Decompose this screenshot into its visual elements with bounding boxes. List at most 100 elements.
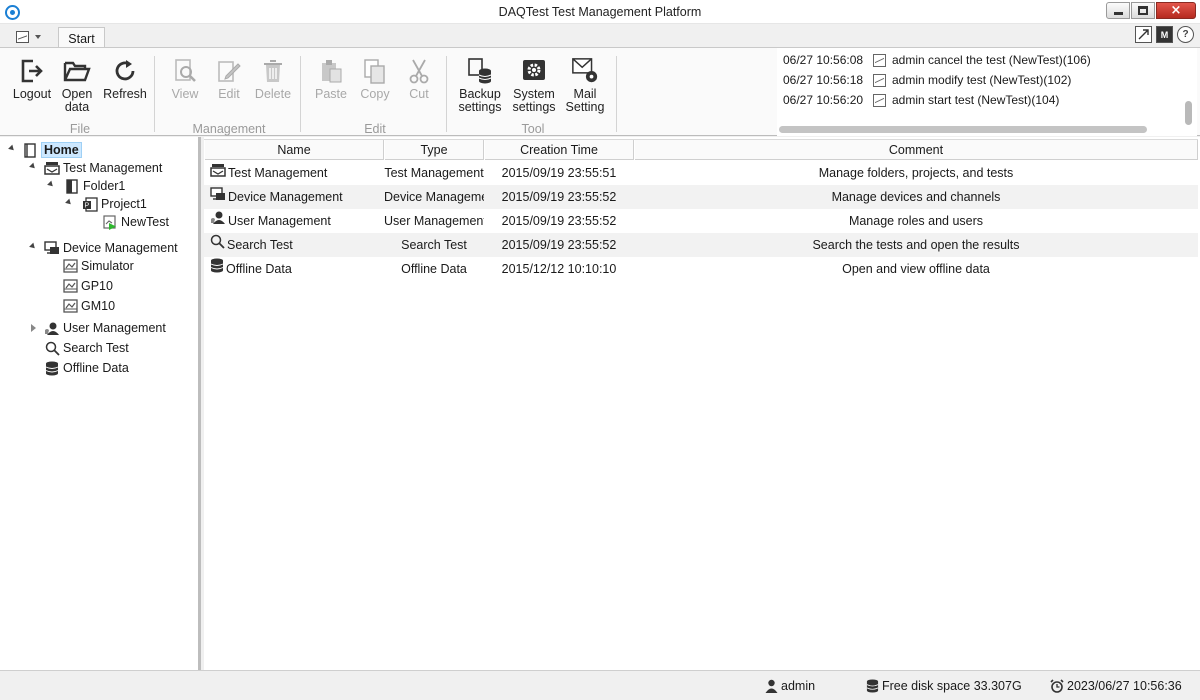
expand-arrow-icon[interactable]: [8, 144, 16, 153]
cell-type: Search Test: [401, 238, 467, 252]
chart-icon: [873, 73, 886, 87]
tab-row: Start M ?: [0, 24, 1200, 49]
cut-button[interactable]: Cut: [404, 57, 434, 101]
view-icon: [171, 57, 199, 85]
delete-button[interactable]: Delete: [253, 57, 293, 101]
cell-type: User Management: [384, 214, 484, 228]
activity-log-panel: 06/27 10:56:08 admin cancel the test (Ne…: [777, 48, 1197, 136]
tree-label-gp10: GP10: [81, 279, 113, 293]
top-right-toolbar: M ?: [1135, 26, 1194, 43]
chart-icon: [16, 30, 29, 43]
log-message: admin cancel the test (NewTest)(106): [892, 53, 1091, 67]
expand-arrow-icon[interactable]: [65, 198, 73, 207]
tree-item-offline-data[interactable]: Offline Data: [44, 359, 129, 377]
mail-setting-label-line2: Setting: [565, 100, 605, 114]
database-icon: [866, 679, 879, 693]
m-mode-icon[interactable]: M: [1156, 26, 1173, 43]
expand-arrow-icon[interactable]: [47, 180, 55, 189]
vertical-scrollbar[interactable]: [1185, 101, 1192, 125]
log-message: admin modify test (NewTest)(102): [892, 73, 1072, 87]
cell-creation-time: 2015/09/19 23:55:52: [501, 190, 617, 204]
ribbon-separator: [154, 56, 155, 132]
view-label: View: [171, 87, 199, 101]
expand-arrow-icon[interactable]: [29, 242, 37, 251]
tree-item-gp10[interactable]: GP10: [62, 277, 113, 295]
test-running-icon: [102, 214, 118, 230]
copy-button[interactable]: Copy: [358, 57, 392, 101]
backup-settings-label-line2: settings: [458, 100, 502, 114]
table-row[interactable]: Test Management Test Management 2015/09/…: [204, 161, 1198, 185]
minimize-button[interactable]: [1106, 2, 1130, 19]
view-button[interactable]: View: [168, 57, 202, 101]
tree-item-folder1[interactable]: Folder1: [64, 177, 125, 195]
content-table: Name Type Creation Time Comment Test Man…: [204, 137, 1200, 670]
file-group-label: File: [69, 122, 91, 136]
edit-button[interactable]: Edit: [213, 57, 245, 101]
cell-creation-time: 2015/09/19 23:55:52: [501, 214, 617, 228]
column-header-type[interactable]: Type: [384, 140, 484, 160]
tree-item-user-management[interactable]: User Management: [44, 319, 166, 337]
log-entry: 06/27 10:56:20 admin start test (NewTest…: [783, 91, 1059, 109]
status-user: admin: [765, 679, 815, 693]
open-data-button[interactable]: Open data: [58, 57, 96, 114]
logout-button[interactable]: Logout: [10, 57, 54, 101]
tree-item-home[interactable]: Home: [22, 141, 82, 159]
backup-settings-button[interactable]: Backup settings: [456, 57, 504, 114]
cell-comment: Manage folders, projects, and tests: [818, 166, 1014, 180]
mail-setting-button[interactable]: Mail Setting: [562, 57, 608, 114]
device-management-icon: [210, 185, 226, 209]
ribbon-separator: [446, 56, 447, 132]
close-button[interactable]: ×: [1156, 2, 1196, 19]
refresh-button[interactable]: Refresh: [102, 57, 148, 101]
tab-start[interactable]: Start: [58, 27, 105, 49]
tree-item-test-management[interactable]: Test Management: [44, 159, 162, 177]
test-management-icon: [210, 161, 226, 185]
folder-open-icon: [63, 57, 91, 85]
table-row[interactable]: Device Management Device Management 2015…: [204, 185, 1198, 209]
minimize-icon: [1113, 12, 1123, 15]
cell-name: Search Test: [210, 233, 386, 257]
tree-item-simulator[interactable]: Simulator: [62, 257, 134, 275]
tree-item-search-test[interactable]: Search Test: [44, 339, 129, 357]
tree-label-newtest: NewTest: [121, 215, 169, 229]
help-icon[interactable]: ?: [1177, 26, 1194, 43]
cell-name-text: Offline Data: [226, 262, 292, 276]
maximize-button[interactable]: [1131, 2, 1155, 19]
quick-access-menu-button[interactable]: [4, 27, 50, 46]
table-row[interactable]: Search Test Search Test 2015/09/19 23:55…: [204, 233, 1198, 257]
tree-label-simulator: Simulator: [81, 259, 134, 273]
chart-icon: [873, 93, 886, 107]
table-row[interactable]: Offline Data Offline Data 2015/12/12 10:…: [204, 257, 1198, 281]
status-datetime: 2023/06/27 10:56:36: [1050, 679, 1182, 693]
tree-item-gm10[interactable]: GM10: [62, 297, 115, 315]
table-header: Name Type Creation Time Comment: [204, 139, 1198, 160]
status-disk-space: Free disk space 33.307G: [866, 679, 1022, 693]
column-header-name[interactable]: Name: [204, 140, 384, 160]
system-settings-button[interactable]: System settings: [510, 57, 558, 114]
column-header-comment[interactable]: Comment: [634, 140, 1198, 160]
gear-icon: [520, 57, 548, 85]
tree-item-device-management[interactable]: Device Management: [44, 239, 178, 257]
tree-label-device-management: Device Management: [63, 241, 178, 255]
status-datetime-text: 2023/06/27 10:56:36: [1067, 679, 1182, 693]
paste-button[interactable]: Paste: [313, 57, 349, 101]
expand-arrow-icon[interactable]: [29, 162, 37, 171]
open-data-label-line2: data: [64, 100, 90, 114]
table-row[interactable]: User Management User Management 2015/09/…: [204, 209, 1198, 233]
cell-type: Device Management: [384, 190, 484, 204]
folder-icon: [64, 178, 80, 194]
horizontal-scrollbar[interactable]: [779, 126, 1147, 133]
backup-database-icon: [466, 57, 494, 85]
copy-icon: [361, 57, 389, 85]
tree-label-search-test: Search Test: [63, 341, 129, 355]
cell-comment: Open and view offline data: [842, 262, 990, 276]
fullscreen-icon[interactable]: [1135, 26, 1152, 43]
tool-group-label: Tool: [521, 122, 545, 136]
column-header-creation-time[interactable]: Creation Time: [484, 140, 634, 160]
tree-item-newtest[interactable]: NewTest: [102, 213, 169, 231]
logout-icon: [18, 57, 46, 85]
expand-arrow-icon[interactable]: [31, 324, 36, 332]
tree-item-project1[interactable]: P Project1: [82, 195, 147, 213]
log-time: 06/27 10:56:18: [783, 73, 864, 87]
refresh-icon: [111, 57, 139, 85]
